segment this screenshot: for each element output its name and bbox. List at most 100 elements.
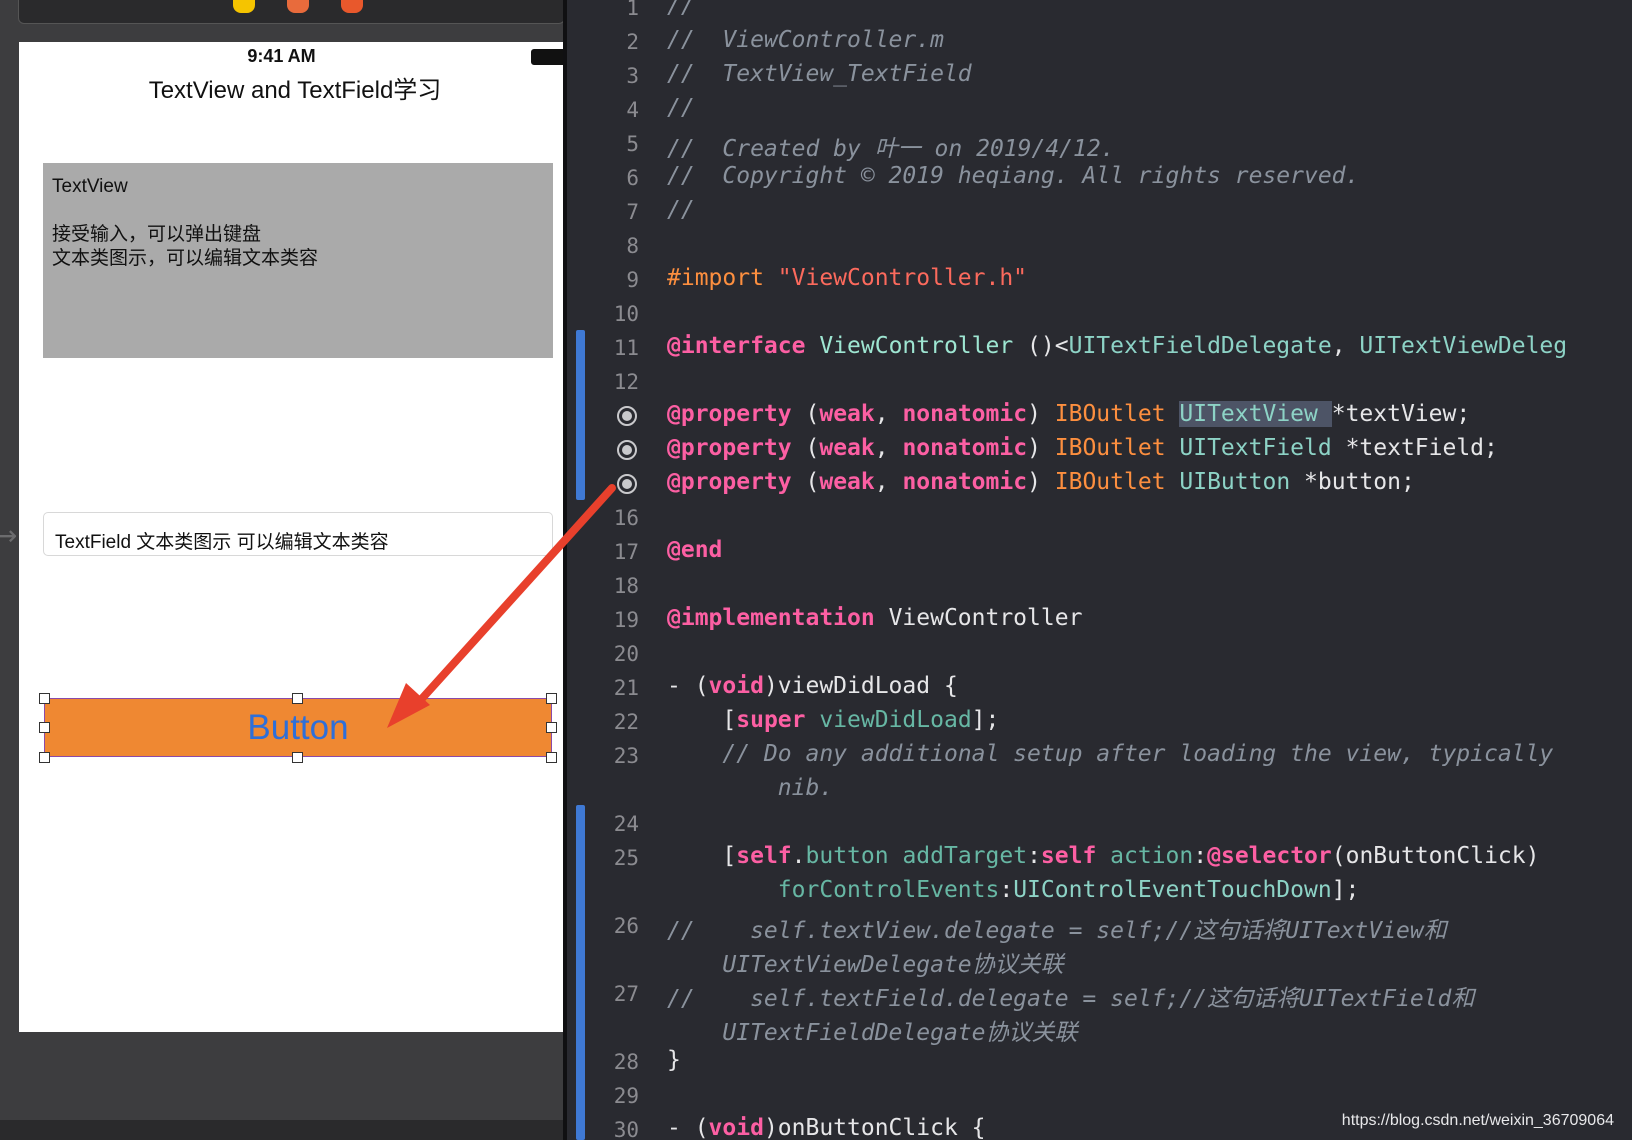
watermark: https://blog.csdn.net/weixin_36709064: [1341, 1112, 1614, 1129]
resize-handle[interactable]: [292, 752, 303, 763]
outlet-connection-icon[interactable]: [617, 406, 637, 426]
code-line[interactable]: - (void)viewDidLoad {: [667, 673, 958, 699]
code-token: void: [708, 1115, 764, 1140]
outlet-connection-icon[interactable]: [617, 440, 637, 460]
code-line[interactable]: // self.textView.delegate = self;//这句话将U…: [667, 911, 1447, 945]
code-token: UITextFieldDelegate协议关联: [667, 1020, 1078, 1046]
text-field[interactable]: TextField 文本类图示 可以编辑文本类容: [43, 512, 553, 556]
code-token: ,: [874, 469, 903, 495]
resize-handle[interactable]: [292, 693, 303, 704]
status-bar-time: 9:41 AM: [247, 46, 316, 66]
code-line[interactable]: @interface ViewController ()<UITextField…: [667, 333, 1567, 359]
line-number: 5: [626, 132, 639, 156]
code-token: self: [736, 843, 792, 869]
code-token: nonatomic: [902, 401, 1028, 427]
code-line[interactable]: // Copyright © 2019 heqiang. All rights …: [667, 163, 1359, 189]
line-number: 25: [613, 846, 639, 870]
code-token: "ViewController.h": [777, 265, 1028, 291]
code-token: void: [708, 673, 764, 699]
code-line[interactable]: @property (weak, nonatomic) IBOutlet UIT…: [667, 435, 1498, 461]
code-line[interactable]: }: [667, 1047, 681, 1073]
line-number: 16: [613, 506, 639, 530]
code-token: UITextView: [1179, 401, 1332, 427]
code-token: UITextViewDelegate协议关联: [667, 952, 1064, 978]
code-token: )onButtonClick {: [763, 1115, 986, 1140]
outlet-connection-icon[interactable]: [617, 474, 637, 494]
code-token: :: [1193, 843, 1208, 869]
resize-handle[interactable]: [546, 722, 557, 733]
code-token: @implementation: [667, 605, 889, 631]
code-editor[interactable]: 1 2 3 4 5 6 7 8 9 10 11 12 16 17 18 19 20 21 22 23 24 25 26 27 2…: [567, 0, 1632, 1140]
initial-scene-arrow-icon: →: [0, 519, 18, 552]
code-line[interactable]: @implementation ViewController: [667, 605, 1082, 631]
code-token: - (: [667, 673, 709, 699]
resize-handle[interactable]: [39, 693, 50, 704]
code-token: weak: [819, 401, 875, 427]
textview-line: 文本类图示，可以编辑文本类容: [52, 248, 319, 269]
code-token: action: [1110, 843, 1194, 869]
text-view[interactable]: TextView 接受输入，可以弹出键盘 文本类图示，可以编辑文本类容: [43, 163, 553, 358]
interface-builder-canvas: → 9:41 AM TextView and TextField学习 TextV…: [0, 0, 563, 1140]
code-line[interactable]: //: [667, 197, 695, 223]
resize-handle[interactable]: [39, 752, 50, 763]
code-token: nonatomic: [902, 469, 1028, 495]
code-line[interactable]: @property (weak, nonatomic) IBOutlet UIB…: [667, 469, 1415, 495]
code-line[interactable]: // self.textField.delegate = self;//这句话将…: [667, 979, 1474, 1013]
code-token: //: [667, 197, 695, 223]
code-token: [: [667, 843, 737, 869]
first-responder-icon[interactable]: [287, 0, 309, 13]
code-line[interactable]: [super viewDidLoad];: [667, 707, 999, 733]
code-line[interactable]: //: [667, 95, 695, 121]
code-token: UIControlEventTouchDown: [1013, 877, 1332, 903]
line-number: 10: [613, 302, 639, 326]
code-token: UIButton: [1179, 469, 1305, 495]
code-line[interactable]: #import "ViewController.h": [667, 265, 1027, 291]
line-number: 18: [613, 574, 639, 598]
code-token: ];: [1331, 877, 1360, 903]
code-token: // Copyright © 2019 heqiang. All rights …: [667, 163, 1360, 189]
code-token: *button;: [1304, 469, 1415, 495]
code-token: #import: [667, 265, 778, 291]
line-number: 30: [613, 1118, 639, 1140]
code-line[interactable]: forControlEvents:UIControlEventTouchDown…: [667, 877, 1360, 903]
code-line[interactable]: // Created by 叶一 on 2019/4/12.: [667, 129, 1115, 163]
code-token: //: [667, 0, 695, 19]
code-token: // Created by 叶一 on 2019/4/12.: [667, 136, 1115, 162]
code-line[interactable]: UITextFieldDelegate协议关联: [667, 1013, 1078, 1047]
code-token: ,: [874, 401, 903, 427]
code-line[interactable]: // ViewController.m: [667, 27, 944, 53]
code-token: *textField;: [1345, 435, 1498, 461]
code-token: // Do any additional setup after loading…: [667, 741, 1554, 767]
code-line[interactable]: // TextView_TextField: [667, 61, 972, 87]
resize-handle[interactable]: [546, 752, 557, 763]
line-number: 24: [613, 812, 639, 836]
code-token: ,: [1331, 333, 1360, 359]
code-line[interactable]: [self.button addTarget:self action:@sele…: [667, 843, 1539, 869]
nav-title: TextView and TextField学习: [148, 77, 442, 104]
code-token: forControlEvents: [777, 877, 1000, 903]
code-token: self: [1040, 843, 1111, 869]
code-line[interactable]: //: [667, 0, 695, 19]
code-token: )viewDidLoad {: [763, 673, 958, 699]
code-line[interactable]: @end: [667, 537, 722, 563]
code-token: IBOutlet: [1054, 401, 1180, 427]
view-controller-icon[interactable]: [233, 0, 255, 13]
line-number: 9: [626, 268, 639, 292]
code-line[interactable]: nib.: [667, 775, 833, 801]
code-line[interactable]: // Do any additional setup after loading…: [667, 741, 1553, 767]
source-code[interactable]: // // ViewController.m // TextView_TextFie…: [667, 0, 1632, 1140]
code-token: UITextField: [1179, 435, 1346, 461]
code-token: (: [805, 435, 820, 461]
line-number: 19: [613, 608, 639, 632]
line-number: 11: [613, 336, 639, 360]
resize-handle[interactable]: [39, 722, 50, 733]
code-line[interactable]: @property (weak, nonatomic) IBOutlet UIT…: [667, 401, 1470, 427]
resize-handle[interactable]: [546, 693, 557, 704]
code-token: ,: [874, 435, 903, 461]
code-line[interactable]: UITextViewDelegate协议关联: [667, 945, 1064, 979]
ui-button[interactable]: Button: [44, 698, 552, 757]
line-number: 17: [613, 540, 639, 564]
code-token: @property: [667, 469, 806, 495]
code-line[interactable]: - (void)onButtonClick {: [667, 1115, 986, 1140]
exit-icon[interactable]: [341, 0, 363, 13]
